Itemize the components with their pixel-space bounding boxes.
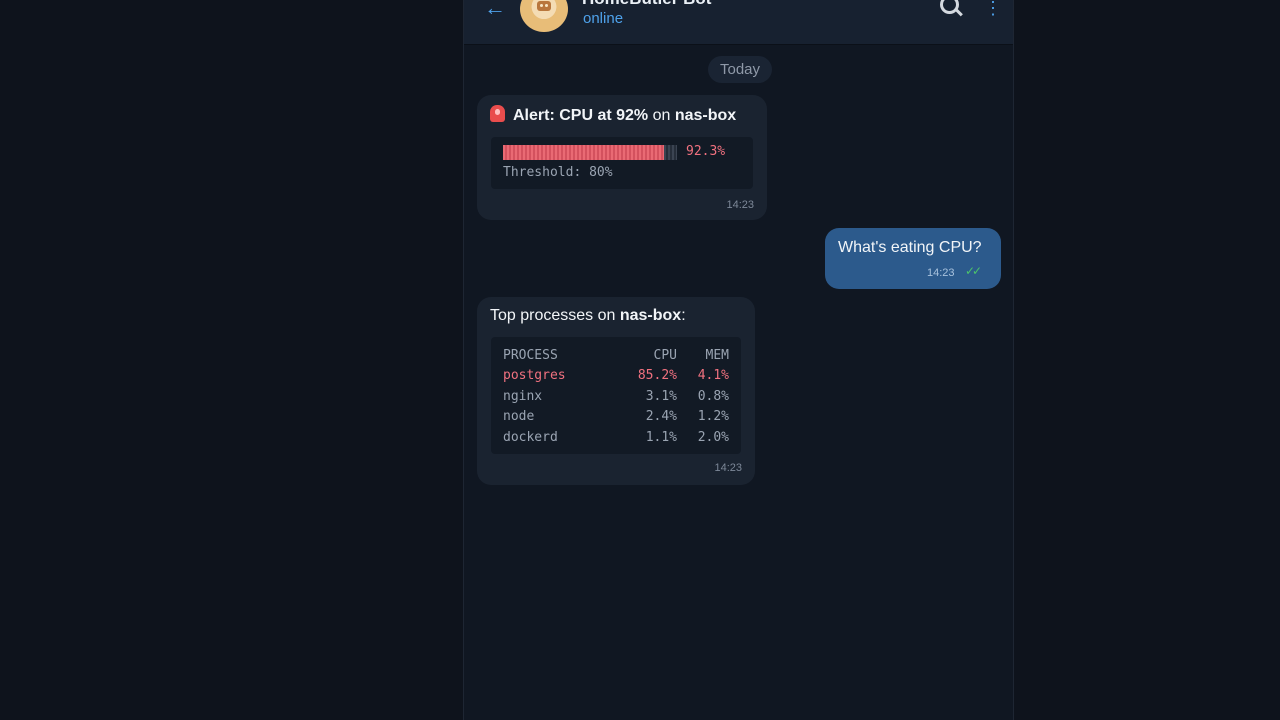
alert-host: nas-box: [674, 107, 737, 124]
process-cpu: 1.1%: [645, 429, 677, 445]
alert-prefix: Alert: CPU at 92%: [513, 107, 649, 124]
process-table: PROCESS CPU MEM postgres 85.2% 4.1% ngin…: [503, 345, 729, 448]
message-time: 14:23: [726, 199, 754, 211]
process-mem: 2.0%: [697, 429, 729, 445]
chat-header: ← HomeButler Bot online ⋮: [464, 0, 1013, 45]
bot-avatar[interactable]: [520, 0, 568, 32]
process-name: node: [503, 409, 535, 425]
process-name: postgres: [503, 368, 566, 384]
outgoing-message: What's eating CPU? 14:23 ✓✓: [825, 228, 1001, 289]
online-status: online: [583, 10, 624, 27]
cpu-usage-percent: 92.3%: [686, 144, 726, 159]
processes-suffix: :: [681, 307, 686, 324]
outgoing-text: What's eating CPU?: [838, 239, 982, 256]
bot-icon: [537, 1, 551, 11]
cpu-usage-bar-rest: [664, 145, 677, 160]
table-row: nginx 3.1% 0.8%: [503, 386, 729, 407]
processes-message: Top processes on nas-box: PROCESS CPU ME…: [477, 297, 755, 485]
arrow-left-icon[interactable]: ←: [484, 0, 508, 20]
column-header: PROCESS: [503, 347, 558, 363]
process-table-header: PROCESS CPU MEM: [503, 345, 729, 366]
processes-host: nas-box: [619, 307, 682, 324]
chat-window: ← HomeButler Bot online ⋮ Today Alert: C…: [463, 0, 1014, 720]
process-mem: 4.1%: [697, 368, 729, 384]
search-icon[interactable]: [940, 0, 962, 17]
siren-icon: [490, 105, 505, 122]
process-name: dockerd: [503, 429, 558, 445]
double-check-icon: ✓✓: [965, 264, 982, 278]
process-cpu: 2.4%: [645, 409, 677, 425]
alert-message: Alert: CPU at 92% on nas-box 92.3% Thres…: [477, 95, 767, 220]
cpu-threshold: Threshold: 80%: [503, 165, 613, 180]
processes-code-block: PROCESS CPU MEM postgres 85.2% 4.1% ngin…: [491, 337, 741, 454]
cpu-usage-bar-fill: [503, 145, 664, 160]
processes-prefix: Top processes on: [490, 307, 620, 324]
table-row: node 2.4% 1.2%: [503, 407, 729, 428]
alert-on-text: on: [648, 107, 675, 124]
column-header: CPU: [653, 347, 677, 363]
message-time: 14:23: [714, 462, 742, 474]
chat-title[interactable]: HomeButler Bot: [582, 0, 711, 9]
process-cpu: 3.1%: [645, 388, 677, 404]
process-mem: 0.8%: [697, 388, 729, 404]
date-separator: Today: [708, 56, 772, 83]
message-time: 14:23: [927, 267, 955, 279]
more-vertical-icon[interactable]: ⋮: [984, 0, 1002, 17]
alert-title: Alert: CPU at 92% on nas-box: [490, 105, 736, 125]
process-cpu: 85.2%: [637, 368, 677, 384]
process-name: nginx: [503, 388, 543, 404]
column-header: MEM: [705, 347, 729, 363]
table-row: dockerd 1.1% 2.0%: [503, 427, 729, 448]
cpu-code-block: 92.3% Threshold: 80%: [491, 137, 753, 189]
cpu-usage-bar: [503, 145, 677, 160]
process-mem: 1.2%: [697, 409, 729, 425]
table-row: postgres 85.2% 4.1%: [503, 366, 729, 387]
processes-title: Top processes on nas-box:: [490, 307, 686, 325]
